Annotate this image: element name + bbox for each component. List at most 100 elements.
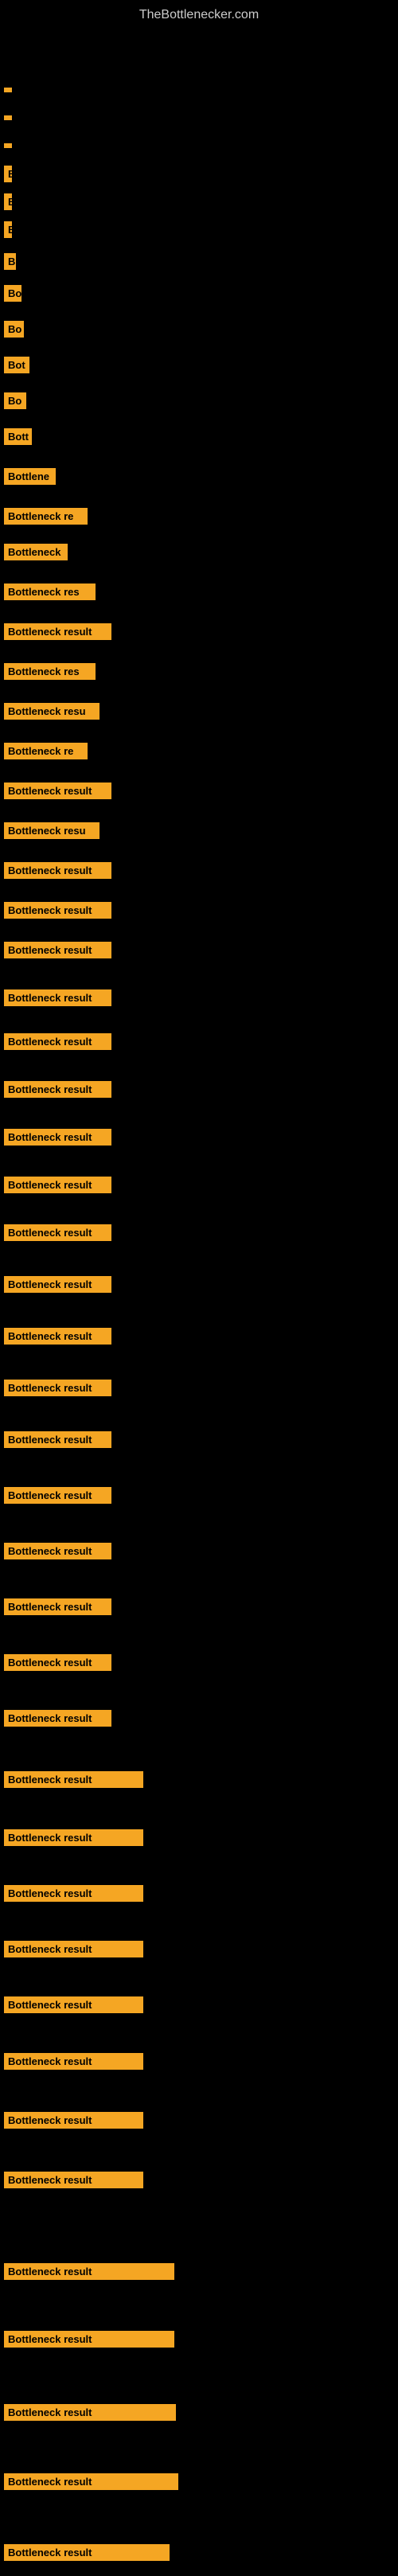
bottleneck-label: Bottleneck result: [4, 1654, 111, 1671]
bottleneck-label: Bottleneck result: [4, 2404, 176, 2421]
bottleneck-item: Bottleneck result: [4, 1598, 111, 1619]
bottleneck-item: Bottleneck result: [4, 1224, 111, 1245]
bottleneck-label: Bottleneck result: [4, 902, 111, 919]
bottleneck-label: Bottleneck result: [4, 1328, 111, 1345]
bottleneck-item: Bottleneck result: [4, 1380, 111, 1400]
bottleneck-item: Bott: [4, 428, 32, 449]
bottleneck-label: Bottleneck result: [4, 862, 111, 879]
bottleneck-item: Bottleneck result: [4, 1276, 111, 1297]
bottleneck-label: Bottleneck result: [4, 2263, 174, 2280]
bottleneck-item: B: [4, 166, 12, 186]
bottleneck-item: Bottleneck result: [4, 2053, 143, 2074]
bottleneck-label: Bo: [4, 392, 26, 409]
bottleneck-item: Bottleneck result: [4, 1771, 143, 1792]
bottleneck-label: B: [4, 221, 12, 238]
bottleneck-item: Bottleneck result: [4, 1996, 143, 2017]
bottleneck-label: Bottleneck result: [4, 1276, 111, 1293]
bottleneck-item: Bottleneck result: [4, 1129, 111, 1149]
bottleneck-label: Bottleneck result: [4, 1829, 143, 1846]
bottleneck-label: Bottleneck result: [4, 1129, 111, 1146]
bottleneck-label: Bottleneck result: [4, 1885, 143, 1902]
bottleneck-item: Bo: [4, 321, 24, 342]
bottleneck-label: Bottleneck result: [4, 1224, 111, 1241]
bottleneck-label: Bottleneck result: [4, 1177, 111, 1193]
bottleneck-label: Bottleneck result: [4, 1996, 143, 2013]
bottleneck-item: Bo: [4, 285, 21, 306]
bottleneck-label: Bo: [4, 321, 24, 338]
bottleneck-item: Bot: [4, 357, 29, 377]
bottleneck-item: Bo: [4, 392, 26, 413]
bottleneck-label: Bottleneck result: [4, 2112, 143, 2129]
bottleneck-label: Bottleneck re: [4, 743, 88, 759]
bottleneck-item: Bottleneck result: [4, 623, 111, 644]
bottleneck-item: Bottleneck result: [4, 1177, 111, 1197]
bottleneck-label: Bo: [4, 285, 21, 302]
bottleneck-item: Bottleneck result: [4, 2112, 143, 2133]
bottleneck-label: Bottleneck result: [4, 623, 111, 640]
bottleneck-item: Bottleneck: [4, 544, 68, 564]
bottleneck-item: Bottleneck resu: [4, 703, 100, 724]
bottleneck-item: Bottleneck result: [4, 783, 111, 803]
bottleneck-label: Bottleneck result: [4, 1081, 111, 1098]
bottleneck-item: B: [4, 221, 12, 242]
bottleneck-item: Bottleneck resu: [4, 822, 100, 843]
bottleneck-item: Bottleneck result: [4, 1081, 111, 1102]
bottleneck-item: Bottleneck res: [4, 663, 96, 684]
bottleneck-item: Bottleneck re: [4, 743, 88, 763]
bottleneck-item: Bottleneck result: [4, 2473, 178, 2494]
bottleneck-label: Bottleneck result: [4, 1598, 111, 1615]
bottleneck-label: Bottleneck result: [4, 2331, 174, 2348]
bottleneck-item: Bottleneck result: [4, 2172, 143, 2192]
bottleneck-label: Bottleneck result: [4, 2473, 178, 2490]
bottleneck-item: Bottleneck result: [4, 1328, 111, 1348]
bottleneck-item: [4, 138, 12, 152]
bottleneck-item: Bottleneck result: [4, 1885, 143, 1906]
bottleneck-label: [4, 143, 12, 148]
site-header: TheBottlenecker.com: [0, 0, 398, 38]
bottleneck-item: Bottleneck result: [4, 862, 111, 883]
bottleneck-label: Bottleneck: [4, 544, 68, 560]
bottleneck-label: Bottleneck result: [4, 1033, 111, 1050]
bottleneck-item: Bottleneck res: [4, 584, 96, 604]
bottleneck-label: B: [4, 253, 16, 270]
bottleneck-item: [4, 82, 12, 96]
bottleneck-item: Bottleneck result: [4, 2404, 176, 2425]
bottleneck-label: Bottleneck result: [4, 942, 111, 958]
bottleneck-item: [4, 110, 12, 124]
bottleneck-label: Bottleneck result: [4, 1487, 111, 1504]
bottleneck-label: Bottleneck result: [4, 1710, 111, 1727]
bottleneck-label: Bot: [4, 357, 29, 373]
bottleneck-item: Bottleneck result: [4, 942, 111, 962]
bottleneck-item: Bottleneck result: [4, 2263, 174, 2284]
bottleneck-item: Bottleneck result: [4, 1487, 111, 1508]
bottleneck-label: B: [4, 166, 12, 182]
bottleneck-label: Bottleneck result: [4, 2544, 170, 2561]
bottleneck-item: Bottleneck result: [4, 1710, 111, 1731]
bottleneck-item: Bottlene: [4, 468, 56, 489]
bottleneck-label: Bottleneck resu: [4, 822, 100, 839]
site-title: TheBottlenecker.com: [0, 0, 398, 38]
bottleneck-item: B: [4, 253, 16, 274]
bottleneck-label: Bottleneck result: [4, 1431, 111, 1448]
bottleneck-label: [4, 115, 12, 120]
bottleneck-label: Bott: [4, 428, 32, 445]
bottleneck-item: B: [4, 193, 12, 214]
bottleneck-label: Bottleneck resu: [4, 703, 100, 720]
bottleneck-item: Bottleneck result: [4, 2331, 174, 2352]
bottleneck-item: Bottleneck re: [4, 508, 88, 529]
bottleneck-item: Bottleneck result: [4, 989, 111, 1010]
bottleneck-label: Bottleneck result: [4, 1543, 111, 1559]
bottleneck-item: Bottleneck result: [4, 1431, 111, 1452]
bottleneck-label: Bottleneck res: [4, 663, 96, 680]
bottleneck-label: B: [4, 193, 12, 210]
bottleneck-label: Bottlene: [4, 468, 56, 485]
bottleneck-label: [4, 88, 12, 92]
bottleneck-label: Bottleneck result: [4, 2172, 143, 2188]
bottleneck-label: Bottleneck result: [4, 1380, 111, 1396]
bottleneck-item: Bottleneck result: [4, 1543, 111, 1563]
bottleneck-label: Bottleneck result: [4, 989, 111, 1006]
bottleneck-item: Bottleneck result: [4, 1941, 143, 1961]
bottleneck-label: Bottleneck res: [4, 584, 96, 600]
bottleneck-label: Bottleneck result: [4, 1941, 143, 1957]
bottleneck-item: Bottleneck result: [4, 1033, 111, 1054]
